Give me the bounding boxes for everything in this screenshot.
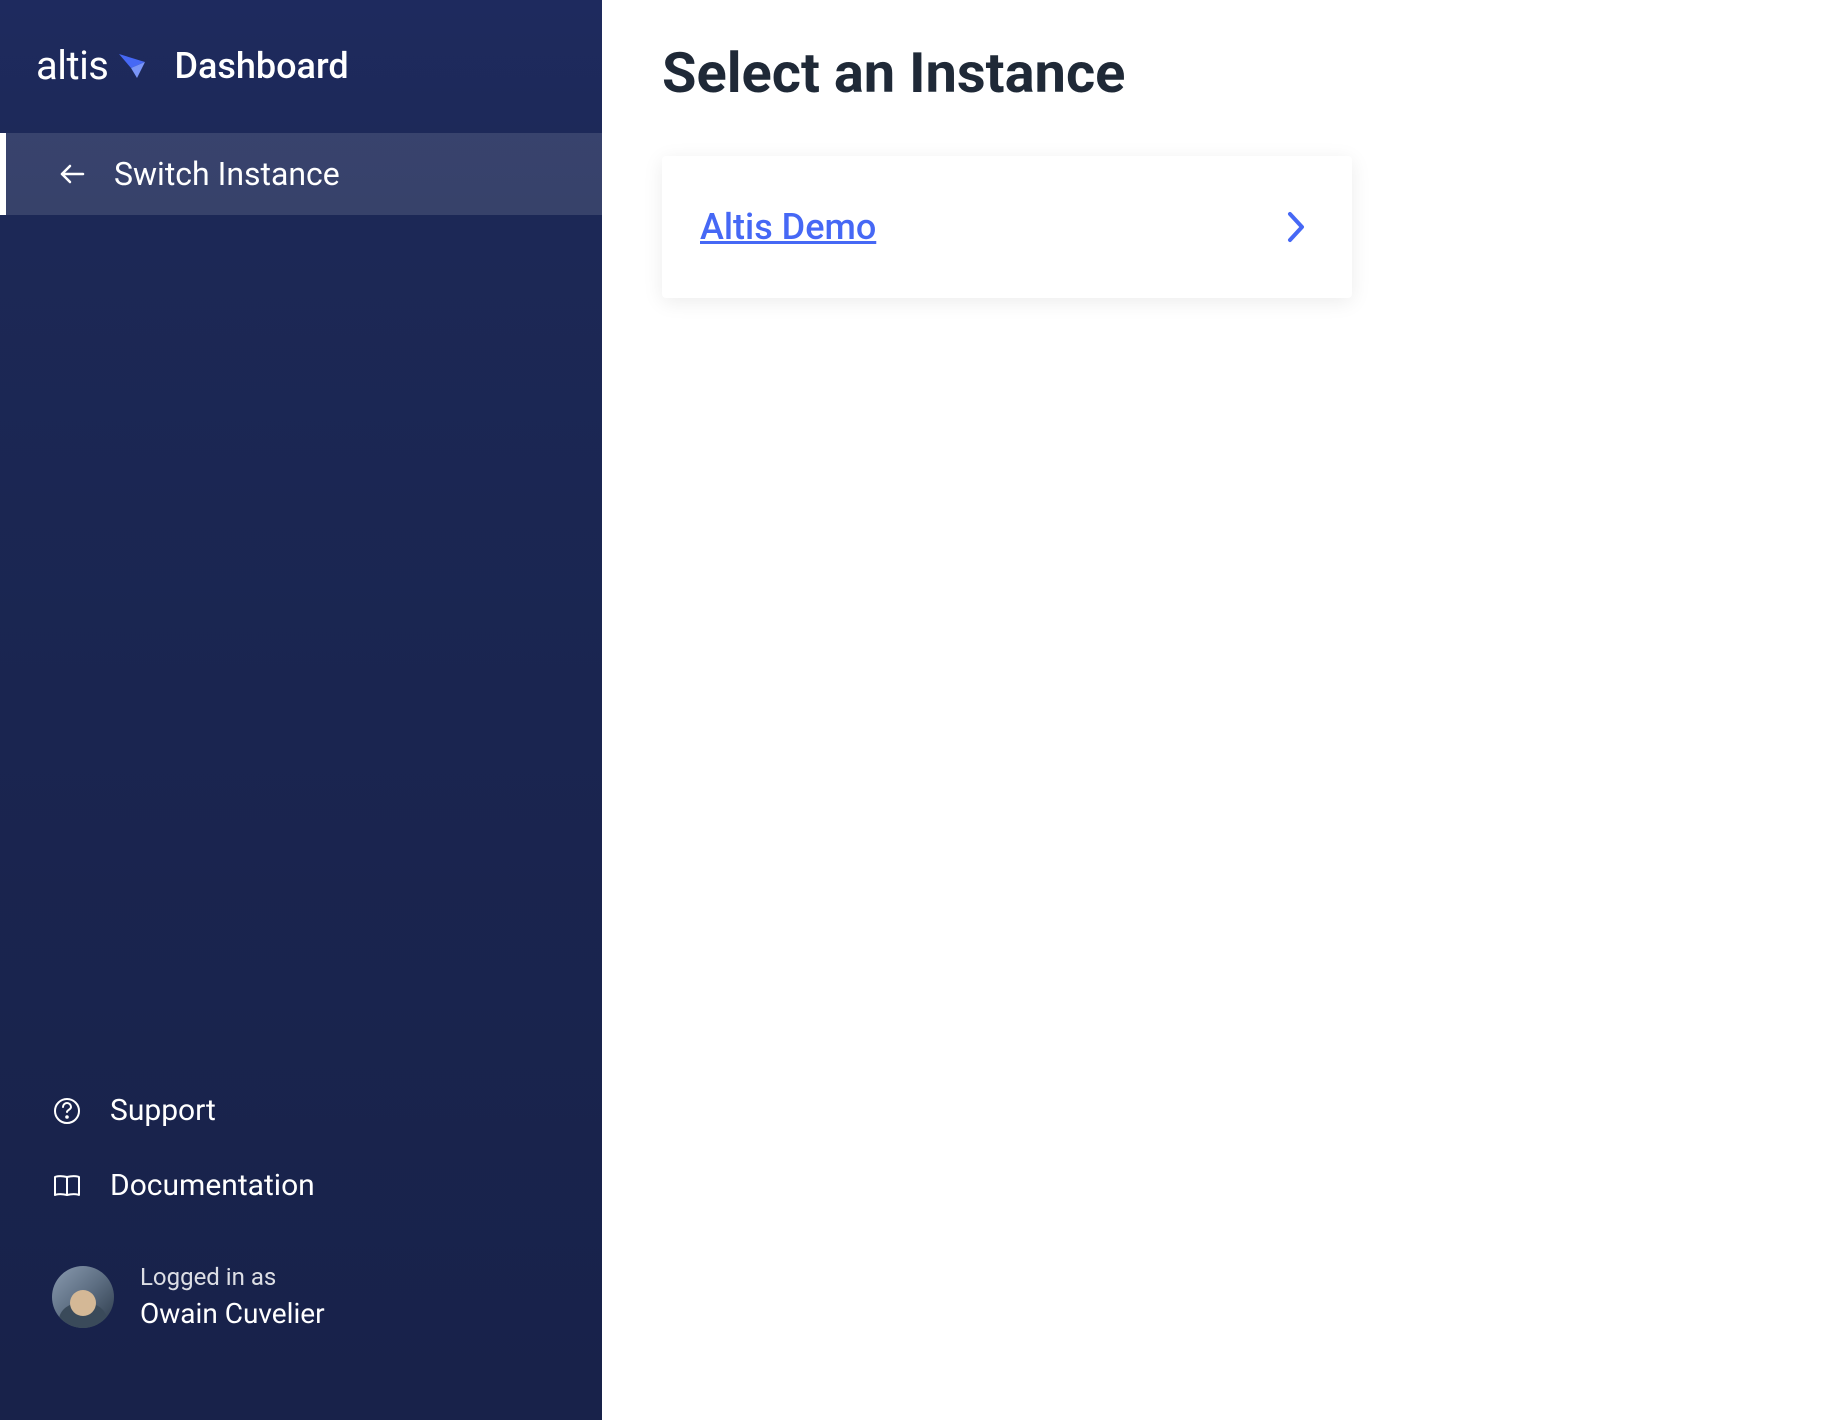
sidebar-item-documentation[interactable]: Documentation (52, 1148, 550, 1223)
instance-name-link[interactable]: Altis Demo (700, 206, 876, 248)
avatar (52, 1266, 114, 1328)
user-name: Owain Cuvelier (140, 1297, 325, 1330)
sidebar: altis Dashboard Switch Instance (0, 0, 602, 1420)
sidebar-header: altis Dashboard (0, 0, 602, 131)
sidebar-item-label: Switch Instance (114, 155, 340, 193)
sidebar-link-label: Documentation (110, 1168, 315, 1203)
logged-in-label: Logged in as (140, 1263, 325, 1291)
sidebar-item-support[interactable]: Support (52, 1073, 550, 1148)
user-section[interactable]: Logged in as Owain Cuvelier (52, 1223, 550, 1390)
dashboard-title: Dashboard (174, 45, 348, 87)
user-info: Logged in as Owain Cuvelier (140, 1263, 325, 1330)
main-content: Select an Instance Altis Demo (602, 0, 1838, 1420)
arrow-left-icon (58, 160, 86, 188)
sidebar-item-switch-instance[interactable]: Switch Instance (0, 133, 602, 215)
chevron-right-icon (1278, 209, 1314, 245)
page-title: Select an Instance (662, 40, 1778, 106)
book-icon (52, 1171, 82, 1201)
logo[interactable]: altis (36, 42, 148, 89)
paper-plane-icon (116, 50, 148, 82)
sidebar-bottom: Support Documentation Logged in as Owain… (0, 1073, 602, 1420)
help-circle-icon (52, 1096, 82, 1126)
instance-card[interactable]: Altis Demo (662, 156, 1352, 298)
sidebar-link-label: Support (110, 1093, 216, 1128)
sidebar-spacer (0, 215, 602, 1073)
logo-text: altis (36, 42, 108, 89)
